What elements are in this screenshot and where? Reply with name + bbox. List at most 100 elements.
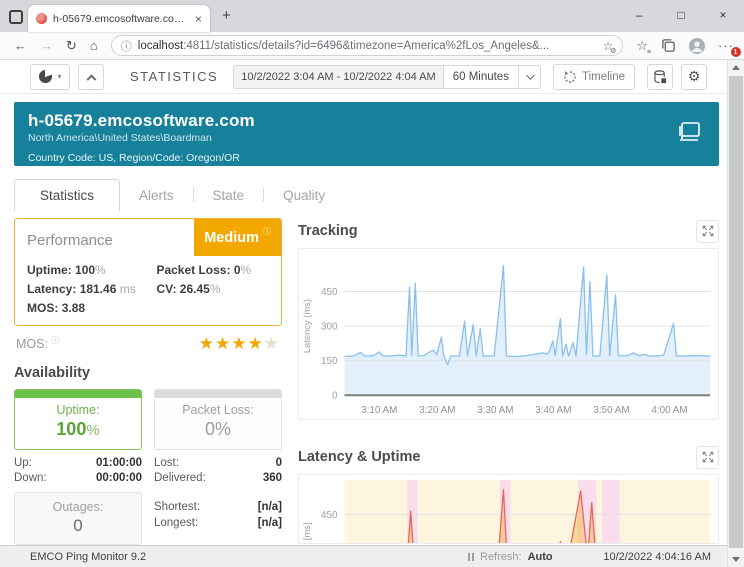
refresh-control[interactable]: Refresh: Auto <box>468 551 553 563</box>
host-location: North America\United States\Boardman <box>28 132 212 144</box>
scroll-down-button[interactable] <box>728 552 744 567</box>
home-icon[interactable]: ⌂ <box>90 39 98 52</box>
favorites-bar-icon[interactable]: ☆ ≡ <box>636 38 651 56</box>
metric-mos: MOS: 3.88 <box>27 301 86 315</box>
timeline-button[interactable]: Timeline <box>552 63 635 90</box>
collections-icon[interactable] <box>661 38 676 53</box>
interval-select[interactable]: 60 Minutes <box>442 65 518 88</box>
right-column: Tracking 0 150 300 450 3:10 AM 3:20 AM 3:30 AM… <box>298 218 719 545</box>
mos-stars: ★★★★★★ <box>198 334 280 353</box>
url-path: :4811/statistics/details?id=6496&timezon… <box>183 39 550 52</box>
site-favicon-icon <box>36 13 47 24</box>
packet-loss-strip <box>155 390 281 398</box>
mos-row: MOS: ⓘ ★★★★★★ <box>14 335 282 352</box>
browser-titlebar: h-05679.emcosoftware.com - Sta × + – □ × <box>0 0 744 32</box>
chevron-down-icon <box>526 70 536 80</box>
tracking-chart: 0 150 300 450 3:10 AM 3:20 AM 3:30 AM 3:40 AM 3:… <box>302 265 711 416</box>
stat-longest: Longest: [n/a] <box>154 517 282 529</box>
minimize-button[interactable]: – <box>618 0 660 30</box>
svg-text:3:10 AM: 3:10 AM <box>361 405 397 416</box>
tab-close-icon[interactable]: × <box>195 12 202 26</box>
browser-viewport: ▾ STATISTICS 10/2/2022 3:04 AM - 10/2/20… <box>0 60 744 567</box>
tab-actions-icon[interactable] <box>9 10 23 24</box>
svg-text:Latency [ms]: Latency [ms] <box>302 523 312 544</box>
latency-uptime-chart: 300450Latency [ms] <box>302 479 711 544</box>
packet-loss-box: Packet Loss: 0% <box>154 389 282 450</box>
pie-chart-icon <box>39 69 53 84</box>
profile-avatar[interactable] <box>689 37 705 54</box>
info-icon[interactable]: ⓘ <box>51 335 59 346</box>
scrollbar-thumb[interactable] <box>729 76 743 548</box>
maximize-button[interactable]: □ <box>660 0 702 30</box>
svg-text:3:40 AM: 3:40 AM <box>535 405 571 416</box>
availability-stats: Up: 01:00:00 Lost: 0 Down: 00:00:00 Deliver… <box>14 457 282 484</box>
expand-icon <box>702 225 713 237</box>
refresh-value: Auto <box>527 550 553 563</box>
page-title: STATISTICS <box>130 69 219 84</box>
app-name: EMCO Ping Monitor 9.2 <box>30 550 147 563</box>
browser-menu-icon[interactable]: ··· 1 <box>718 38 741 57</box>
page-scrollbar[interactable] <box>727 60 744 567</box>
stat-delivered: Delivered: 360 <box>154 472 282 484</box>
latency-uptime-expand-button[interactable] <box>696 445 719 469</box>
date-range-field[interactable]: 10/2/2022 3:04 AM - 10/2/2022 4:04 AM <box>234 65 443 88</box>
tracking-expand-button[interactable] <box>696 219 719 243</box>
detail-tabs: Statistics Alerts State Quality <box>14 177 719 211</box>
chevron-up-icon <box>86 74 96 85</box>
database-icon <box>654 69 667 83</box>
site-info-icon[interactable]: ⓘ <box>121 38 132 54</box>
current-timestamp: 10/2/2022 4:04:16 AM <box>603 550 711 563</box>
svg-text:150: 150 <box>321 356 338 367</box>
svg-text:3:30 AM: 3:30 AM <box>477 405 513 416</box>
svg-text:450: 450 <box>321 510 338 521</box>
svg-text:300: 300 <box>321 322 338 333</box>
monitor-icon <box>679 122 700 141</box>
svg-text:450: 450 <box>321 287 338 298</box>
refresh-icon[interactable]: ↻ <box>66 39 77 52</box>
tab-quality[interactable]: Quality <box>264 180 344 211</box>
latency-uptime-chart-box: 300450Latency [ms] <box>298 474 719 544</box>
collapse-button[interactable] <box>78 63 104 90</box>
scroll-up-button[interactable] <box>728 60 744 75</box>
close-button[interactable]: × <box>702 0 744 30</box>
favorite-gear-icon: ⚙ <box>610 47 617 55</box>
back-icon[interactable]: ← <box>14 39 27 52</box>
metric-latency: Latency: 181.46 ms <box>27 282 136 296</box>
status-bar: EMCO Ping Monitor 9.2 Refresh: Auto 10/2… <box>0 545 727 567</box>
triangle-down-icon <box>732 557 740 562</box>
performance-panel: Performance Medium ⓘ Uptime: 100% Packet … <box>14 218 282 326</box>
triangle-up-icon <box>732 65 740 70</box>
pause-icon[interactable] <box>468 552 474 561</box>
new-tab-button[interactable]: + <box>222 7 231 24</box>
view-selector-button[interactable]: ▾ <box>30 63 70 90</box>
svg-text:3:50 AM: 3:50 AM <box>593 405 629 416</box>
uptime-box: Uptime: 100% <box>14 389 142 450</box>
svg-text:0: 0 <box>332 391 338 402</box>
app-toolbar: ▾ STATISTICS 10/2/2022 3:04 AM - 10/2/20… <box>0 60 727 94</box>
tab-alerts[interactable]: Alerts <box>120 180 193 211</box>
svg-text:4:00 AM: 4:00 AM <box>651 405 687 416</box>
settings-button[interactable]: ⚙ <box>681 63 707 90</box>
add-favorite-icon[interactable]: ☆ ⚙ <box>603 39 617 55</box>
info-icon[interactable]: ⓘ <box>263 226 271 237</box>
metric-packet-loss: Packet Loss: 0% <box>156 263 252 277</box>
interval-dropdown-button[interactable] <box>517 65 540 88</box>
mos-label: MOS: <box>16 336 48 351</box>
stat-down: Down: 00:00:00 <box>14 472 142 484</box>
tracking-header: Tracking <box>298 218 719 244</box>
availability-title: Availability <box>14 365 91 381</box>
expand-icon <box>702 451 713 463</box>
host-header: h-05679.emcosoftware.com North America\U… <box>14 102 719 166</box>
browser-tab[interactable]: h-05679.emcosoftware.com - Sta × <box>28 5 210 32</box>
tab-state[interactable]: State <box>194 180 264 211</box>
latency-uptime-header: Latency & Uptime <box>298 444 719 470</box>
stat-lost: Lost: 0 <box>154 457 282 469</box>
page: ▾ STATISTICS 10/2/2022 3:04 AM - 10/2/20… <box>0 60 727 567</box>
address-bar[interactable]: ⓘ localhost:4811/statistics/details?id=6… <box>110 35 624 56</box>
outage-row: Outages: 0 Shortest: [n/a] Longest: [n/a] <box>14 492 282 545</box>
export-report-button[interactable] <box>647 63 673 90</box>
svg-text:Latency (ms): Latency (ms) <box>302 299 312 353</box>
host-name: h-05679.emcosoftware.com <box>28 111 255 130</box>
tab-statistics[interactable]: Statistics <box>14 179 121 211</box>
uptime-strip <box>15 390 141 398</box>
